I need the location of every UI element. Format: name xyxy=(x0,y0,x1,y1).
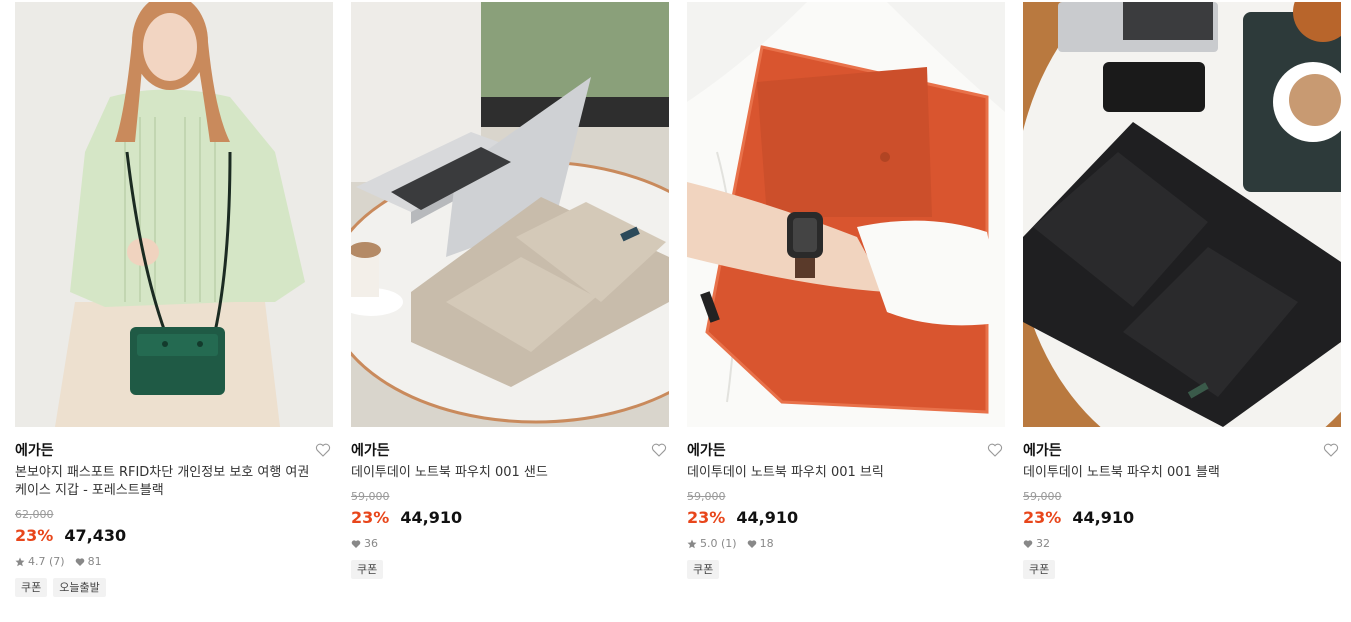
product-card[interactable]: 에가든 본보야지 패스포트 RFID차단 개인정보 보호 여행 여권 케이스 지… xyxy=(15,2,333,597)
original-price: 59,000 xyxy=(351,490,390,503)
product-title[interactable]: 데이투데이 노트북 파우치 001 샌드 xyxy=(351,464,651,482)
heart-outline-icon[interactable] xyxy=(315,442,331,458)
rating: 5.0 (1) xyxy=(687,537,737,551)
tag-coupon: 쿠폰 xyxy=(687,560,720,579)
likes-count: 18 xyxy=(759,537,774,550)
tag-list: 쿠폰 xyxy=(1023,560,1341,579)
product-image[interactable] xyxy=(15,2,333,427)
tag-coupon: 쿠폰 xyxy=(1023,560,1056,579)
product-card[interactable]: 에가든 데이투데이 노트북 파우치 001 브릭 59,000 23% 44,9… xyxy=(687,2,1005,579)
brand-row: 에가든 xyxy=(15,440,333,462)
brand-row: 에가든 xyxy=(1023,440,1341,462)
brand-name[interactable]: 에가든 xyxy=(351,443,390,459)
product-grid: 에가든 본보야지 패스포트 RFID차단 개인정보 보호 여행 여권 케이스 지… xyxy=(0,0,1351,622)
discount-rate: 23% xyxy=(351,508,390,527)
discount-rate: 23% xyxy=(15,526,54,545)
original-price: 59,000 xyxy=(1023,490,1062,503)
product-title[interactable]: 데이투데이 노트북 파우치 001 브릭 xyxy=(687,464,987,482)
product-title[interactable]: 데이투데이 노트북 파우치 001 블랙 xyxy=(1023,464,1323,482)
product-card[interactable]: 에가든 데이투데이 노트북 파우치 001 샌드 59,000 23% 44,9… xyxy=(351,2,669,579)
discount-rate: 23% xyxy=(1023,508,1062,527)
heart-filled-icon xyxy=(75,557,85,567)
sale-price: 44,910 xyxy=(1072,508,1135,527)
heart-filled-icon xyxy=(351,539,361,549)
product-meta: 36 xyxy=(351,537,669,551)
product-meta: 4.7 (7) 81 xyxy=(15,555,333,569)
heart-filled-icon xyxy=(1023,539,1033,549)
original-price: 62,000 xyxy=(15,508,54,521)
heart-outline-icon[interactable] xyxy=(1323,442,1339,458)
sale-price: 44,910 xyxy=(736,508,799,527)
tag-list: 쿠폰 오늘출발 xyxy=(15,578,333,597)
brand-name[interactable]: 에가든 xyxy=(1023,443,1062,459)
brand-row: 에가든 xyxy=(351,440,669,462)
star-icon xyxy=(687,539,697,549)
tag-today-ship: 오늘출발 xyxy=(53,578,106,597)
product-meta: 5.0 (1) 18 xyxy=(687,537,1005,551)
product-title[interactable]: 본보야지 패스포트 RFID차단 개인정보 보호 여행 여권 케이스 지갑 - … xyxy=(15,464,315,500)
likes-count: 81 xyxy=(87,555,102,568)
heart-outline-icon[interactable] xyxy=(651,442,667,458)
product-image[interactable] xyxy=(351,2,669,427)
star-icon xyxy=(15,557,25,567)
sale-price: 47,430 xyxy=(64,526,127,545)
product-image[interactable] xyxy=(1023,2,1341,427)
likes-count: 32 xyxy=(1036,537,1050,550)
tag-coupon: 쿠폰 xyxy=(15,578,48,597)
brand-name[interactable]: 에가든 xyxy=(15,443,54,459)
price-row: 23% 44,910 xyxy=(1023,507,1341,529)
sale-price: 44,910 xyxy=(400,508,463,527)
price-row: 23% 44,910 xyxy=(687,507,1005,529)
heart-outline-icon[interactable] xyxy=(987,442,1003,458)
heart-filled-icon xyxy=(747,539,757,549)
tag-list: 쿠폰 xyxy=(687,560,1005,579)
tag-list: 쿠폰 xyxy=(351,560,669,579)
product-card[interactable]: 에가든 데이투데이 노트북 파우치 001 블랙 59,000 23% 44,9… xyxy=(1023,2,1341,579)
tag-coupon: 쿠폰 xyxy=(351,560,384,579)
original-price: 59,000 xyxy=(687,490,726,503)
likes: 18 xyxy=(747,537,774,551)
price-row: 23% 47,430 xyxy=(15,525,333,547)
brand-row: 에가든 xyxy=(687,440,1005,462)
product-image[interactable] xyxy=(687,2,1005,427)
rating-value: 4.7 (7) xyxy=(28,555,65,568)
discount-rate: 23% xyxy=(687,508,726,527)
rating-value: 5.0 (1) xyxy=(700,537,737,550)
brand-name[interactable]: 에가든 xyxy=(687,443,726,459)
product-meta: 32 xyxy=(1023,537,1341,551)
rating: 4.7 (7) xyxy=(15,555,65,569)
likes-count: 36 xyxy=(364,537,378,550)
likes: 81 xyxy=(75,555,102,569)
price-row: 23% 44,910 xyxy=(351,507,669,529)
likes: 36 xyxy=(351,537,378,551)
likes: 32 xyxy=(1023,537,1050,551)
